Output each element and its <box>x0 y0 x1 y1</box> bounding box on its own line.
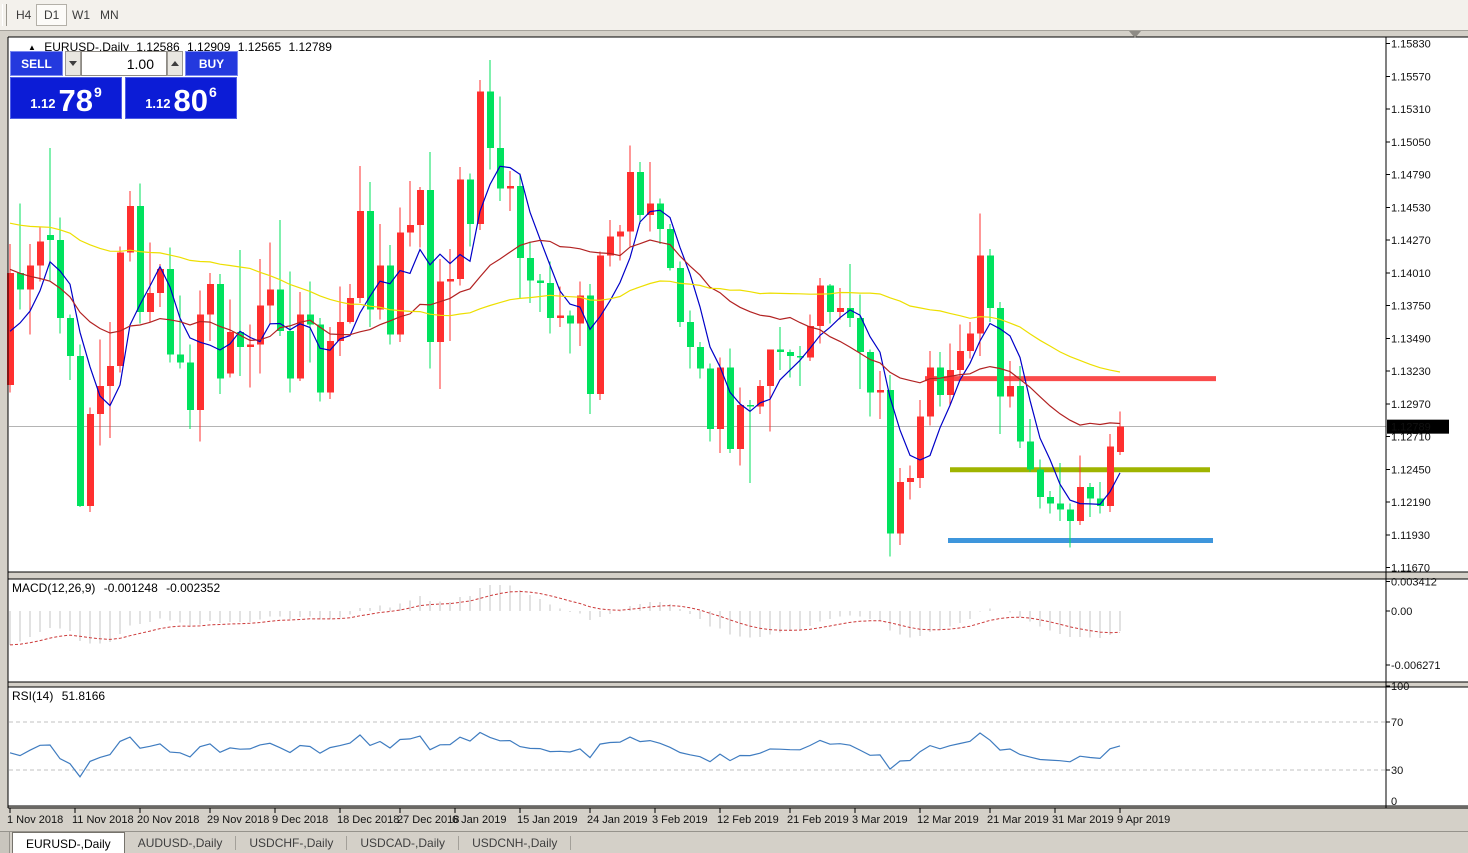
sell-price-sup: 9 <box>94 84 102 100</box>
svg-text:3 Mar 2019: 3 Mar 2019 <box>852 814 908 826</box>
svg-text:1.12450: 1.12450 <box>1391 464 1431 476</box>
svg-text:1 Nov 2018: 1 Nov 2018 <box>7 814 63 826</box>
svg-text:18 Dec 2018: 18 Dec 2018 <box>337 814 399 826</box>
chevron-down-icon <box>69 61 77 66</box>
svg-text:15 Jan 2019: 15 Jan 2019 <box>517 814 578 826</box>
svg-text:1.13750: 1.13750 <box>1391 301 1431 313</box>
svg-text:31 Mar 2019: 31 Mar 2019 <box>1052 814 1114 826</box>
svg-text:100: 100 <box>1391 681 1409 693</box>
tab-usdcad[interactable]: USDCAD-,Daily <box>347 832 458 853</box>
timeframe-toolbar: H4 D1 W1 MN <box>0 0 1468 31</box>
svg-text:30: 30 <box>1391 765 1403 777</box>
tab-usdcnh[interactable]: USDCNH-,Daily <box>459 832 570 853</box>
svg-text:70: 70 <box>1391 717 1403 729</box>
svg-text:0: 0 <box>1391 796 1397 808</box>
timeframe-button-d1[interactable]: D1 <box>36 4 67 26</box>
buy-price-prefix: 1.12 <box>145 96 170 111</box>
volume-increase-button[interactable] <box>167 51 183 76</box>
svg-text:1.13490: 1.13490 <box>1391 333 1431 345</box>
toolbar-gripper <box>2 4 7 26</box>
svg-text:1.14010: 1.14010 <box>1391 268 1431 280</box>
svg-text:9 Dec 2018: 9 Dec 2018 <box>272 814 328 826</box>
sell-price-panel[interactable]: 1.12 78 9 <box>10 77 122 119</box>
tab-bar-corner <box>0 832 10 853</box>
timeframe-button-mn[interactable]: MN <box>92 4 127 26</box>
macd-signal-value: -0.002352 <box>166 581 220 595</box>
svg-text:20 Nov 2018: 20 Nov 2018 <box>137 814 199 826</box>
svg-text:1.15310: 1.15310 <box>1391 104 1431 116</box>
svg-text:1.15050: 1.15050 <box>1391 137 1431 149</box>
svg-text:0.00: 0.00 <box>1391 606 1412 618</box>
rsi-value: 51.8166 <box>62 689 105 703</box>
svg-text:6 Jan 2019: 6 Jan 2019 <box>452 814 506 826</box>
timeframe-button-h4[interactable]: H4 <box>8 4 39 26</box>
chart-tab-bar: EURUSD-,Daily AUDUSD-,Daily USDCHF-,Dail… <box>0 831 1468 853</box>
svg-text:1.12970: 1.12970 <box>1391 399 1431 411</box>
macd-title: MACD(12,26,9) <box>12 581 95 595</box>
svg-text:1.14270: 1.14270 <box>1391 235 1431 247</box>
svg-text:11 Nov 2018: 11 Nov 2018 <box>72 814 134 826</box>
tab-eurusd[interactable]: EURUSD-,Daily <box>12 832 125 853</box>
svg-text:21 Feb 2019: 21 Feb 2019 <box>787 814 849 826</box>
rsi-title: RSI(14) <box>12 689 53 703</box>
svg-text:24 Jan 2019: 24 Jan 2019 <box>587 814 648 826</box>
svg-text:1.12190: 1.12190 <box>1391 497 1431 509</box>
rsi-label: RSI(14) 51.8166 <box>12 689 110 703</box>
svg-text:12 Feb 2019: 12 Feb 2019 <box>717 814 779 826</box>
sell-price-prefix: 1.12 <box>30 96 55 111</box>
svg-text:9 Apr 2019: 9 Apr 2019 <box>1117 814 1170 826</box>
chart-shift-marker-icon[interactable] <box>1129 31 1141 38</box>
svg-text:1.14530: 1.14530 <box>1391 202 1431 214</box>
svg-text:1.15830: 1.15830 <box>1391 39 1431 51</box>
tab-separator <box>570 836 571 850</box>
svg-text:3 Feb 2019: 3 Feb 2019 <box>652 814 708 826</box>
buy-price-sup: 6 <box>209 84 217 100</box>
one-click-trading-widget: SELL BUY 1.12 78 9 1.12 80 6 <box>10 51 240 119</box>
svg-text:1.13230: 1.13230 <box>1391 366 1431 378</box>
svg-text:12 Mar 2019: 12 Mar 2019 <box>917 814 979 826</box>
svg-text:29 Nov 2018: 29 Nov 2018 <box>207 814 269 826</box>
svg-text:1.12789: 1.12789 <box>1391 422 1431 434</box>
tab-usdchf[interactable]: USDCHF-,Daily <box>236 832 346 853</box>
volume-input[interactable] <box>81 51 167 76</box>
sell-price-big: 78 <box>59 88 93 114</box>
chevron-up-icon <box>171 61 179 66</box>
macd-main-value: -0.001248 <box>104 581 158 595</box>
svg-text:-0.006271: -0.006271 <box>1391 660 1441 672</box>
chart-canvas[interactable]: 1.15830 1.15570 1.15310 1.15050 1.14790 1.145… <box>0 0 1468 853</box>
svg-text:21 Mar 2019: 21 Mar 2019 <box>987 814 1049 826</box>
volume-decrease-button[interactable] <box>65 51 81 76</box>
svg-text:1.11930: 1.11930 <box>1391 530 1430 542</box>
svg-text:0.003412: 0.003412 <box>1391 577 1437 589</box>
svg-text:27 Dec 2018: 27 Dec 2018 <box>397 814 459 826</box>
ohlc-close: 1.12789 <box>289 40 332 54</box>
sell-button[interactable]: SELL <box>10 51 63 76</box>
svg-text:1.15570: 1.15570 <box>1391 71 1431 83</box>
buy-price-panel[interactable]: 1.12 80 6 <box>125 77 237 119</box>
svg-text:1.11670: 1.11670 <box>1391 563 1430 575</box>
trading-terminal-window: H4 D1 W1 MN 1.15830 1.15570 1.15310 1.15050… <box>0 0 1468 853</box>
macd-label: MACD(12,26,9) -0.001248 -0.002352 <box>12 581 225 595</box>
buy-button[interactable]: BUY <box>185 51 238 76</box>
ohlc-low: 1.12565 <box>238 40 281 54</box>
tab-audusd[interactable]: AUDUSD-,Daily <box>125 832 236 853</box>
svg-text:1.14790: 1.14790 <box>1391 170 1431 182</box>
buy-price-big: 80 <box>174 88 208 114</box>
